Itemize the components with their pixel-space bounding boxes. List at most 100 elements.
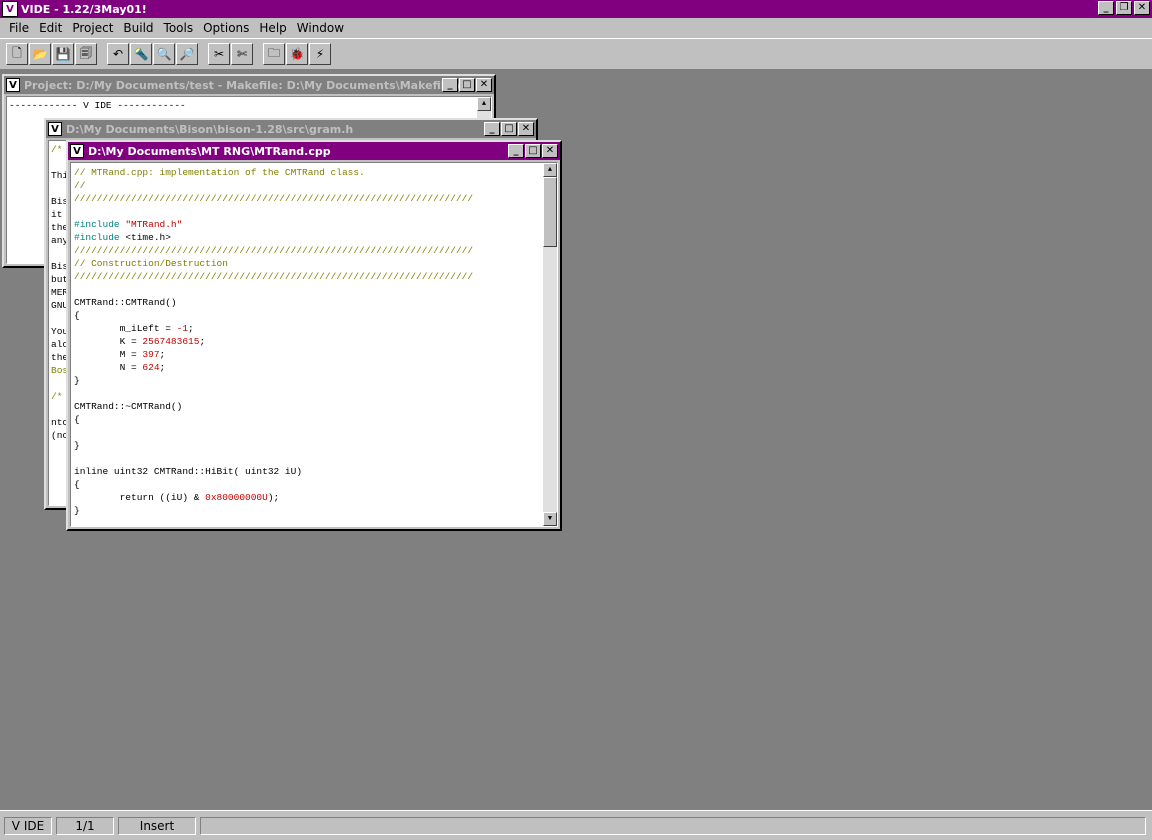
- code-line: return ((iU) & 0x80000000U);: [74, 491, 540, 504]
- window-v-icon: V: [70, 144, 84, 158]
- undo-icon: ↶: [112, 47, 124, 61]
- compile-button[interactable]: 🗀: [263, 43, 285, 65]
- maximize-button[interactable]: □: [525, 144, 541, 158]
- code-line: }: [74, 374, 540, 387]
- code-line: ////////////////////////////////////////…: [74, 244, 540, 257]
- menu-tools[interactable]: Tools: [159, 21, 199, 35]
- scroll-down-arrow-icon[interactable]: ▼: [543, 512, 557, 526]
- code-token: );: [267, 492, 280, 503]
- maximize-button[interactable]: □: [459, 78, 475, 92]
- code-token: ;: [199, 336, 206, 347]
- code-token: -1: [176, 323, 189, 334]
- code-line: {: [74, 413, 540, 426]
- code-line: ////////////////////////////////////////…: [74, 270, 540, 283]
- menu-build[interactable]: Build: [118, 21, 158, 35]
- code-token: CMTRand::~CMTRand(): [74, 401, 183, 412]
- code-line: M = 397;: [74, 348, 540, 361]
- minimize-app-button[interactable]: _: [1098, 1, 1114, 15]
- code-line: // Construction/Destruction: [74, 257, 540, 270]
- menu-options[interactable]: Options: [198, 21, 254, 35]
- minimize-button[interactable]: _: [508, 144, 524, 158]
- code-token: #include: [74, 232, 126, 243]
- app-title: VIDE - 1.22/3May01!: [21, 2, 147, 16]
- app-title-bar: V VIDE - 1.22/3May01! _ ❐ ✕: [0, 0, 1152, 18]
- debug-button[interactable]: 🐞: [286, 43, 308, 65]
- code-token: ////////////////////////////////////////…: [74, 193, 474, 204]
- code-token: }: [74, 505, 80, 516]
- scroll-up-arrow-icon[interactable]: ▲: [543, 163, 557, 177]
- project-window-titlebar[interactable]: V Project: D:/My Documents/test - Makefi…: [4, 76, 494, 94]
- code-token: K =: [74, 336, 143, 347]
- menu-file[interactable]: File: [4, 21, 34, 35]
- restore-app-button[interactable]: ❐: [1116, 1, 1132, 15]
- code-editor[interactable]: // MTRand.cpp: implementation of the CMT…: [70, 162, 558, 527]
- mtrand-window[interactable]: V D:\My Documents\MT RNG\MTRand.cpp _ □ …: [66, 140, 562, 531]
- gram-window-title: D:\My Documents\Bison\bison-1.28\src\gra…: [66, 122, 354, 136]
- scroll-up-arrow-icon[interactable]: ▲: [477, 97, 491, 111]
- code-line: }: [74, 439, 540, 452]
- code-token: // MTRand.cpp: implementation of the CMT…: [74, 167, 365, 178]
- code-token: {: [74, 310, 80, 321]
- find-button[interactable]: 🔦: [130, 43, 152, 65]
- code-line: #include "MTRand.h": [74, 218, 540, 231]
- replace-icon: 🔎: [179, 47, 195, 61]
- find-icon: 🔦: [133, 47, 149, 61]
- code-token: <time.h>: [125, 232, 171, 243]
- save-file-button[interactable]: 💾: [52, 43, 74, 65]
- maximize-button[interactable]: □: [501, 122, 517, 136]
- menu-bar: File Edit Project Build Tools Options He…: [0, 18, 1152, 38]
- scroll-thumb[interactable]: [543, 177, 557, 247]
- code-line: inline uint32 CMTRand::HiBit( uint32 iU): [74, 465, 540, 478]
- code-line: #include <time.h>: [74, 231, 540, 244]
- code-line: {: [74, 478, 540, 491]
- new-file-button[interactable]: 🗋: [6, 43, 28, 65]
- save-all-icon: 🗐: [80, 45, 92, 60]
- code-token: M =: [74, 349, 143, 360]
- code-line: CMTRand::CMTRand(): [74, 296, 540, 309]
- save-all-button[interactable]: 🗐: [75, 43, 97, 65]
- code-line: m_iLeft = -1;: [74, 322, 540, 335]
- close-button[interactable]: ✕: [476, 78, 492, 92]
- close-app-button[interactable]: ✕: [1134, 1, 1150, 15]
- code-token: {: [74, 479, 80, 490]
- run-icon: ⚡: [315, 47, 325, 61]
- tool-b-button[interactable]: ✄: [231, 43, 253, 65]
- close-button[interactable]: ✕: [518, 122, 534, 136]
- close-button[interactable]: ✕: [542, 144, 558, 158]
- menu-help[interactable]: Help: [254, 21, 291, 35]
- code-token: CMTRand::CMTRand(): [74, 297, 177, 308]
- minimize-button[interactable]: _: [442, 78, 458, 92]
- mtrand-window-titlebar[interactable]: V D:\My Documents\MT RNG\MTRand.cpp _ □ …: [68, 142, 560, 160]
- code-token: ////////////////////////////////////////…: [74, 245, 474, 256]
- code-line: // MTRand.cpp: implementation of the CMT…: [74, 166, 540, 179]
- code-token: //: [74, 180, 86, 191]
- code-token: // Construction/Destruction: [74, 258, 228, 269]
- code-token: 0x80000000U: [205, 492, 268, 503]
- tool-a-icon: ✂: [213, 47, 225, 61]
- run-button[interactable]: ⚡: [309, 43, 331, 65]
- project-window-title: Project: D:/My Documents/test - Makefile…: [24, 78, 464, 92]
- menu-project[interactable]: Project: [67, 21, 118, 35]
- gram-window-titlebar[interactable]: V D:\My Documents\Bison\bison-1.28\src\g…: [46, 120, 536, 138]
- save-file-icon: 💾: [55, 47, 71, 61]
- undo-button[interactable]: ↶: [107, 43, 129, 65]
- editor-scrollbar[interactable]: ▲ ▼: [543, 163, 557, 526]
- menu-window[interactable]: Window: [292, 21, 349, 35]
- window-v-icon: V: [48, 122, 62, 136]
- code-line: {: [74, 309, 540, 322]
- open-file-button[interactable]: 📂: [29, 43, 51, 65]
- code-token: 624: [142, 362, 160, 373]
- vide-logo-icon: V: [2, 1, 18, 17]
- menu-edit[interactable]: Edit: [34, 21, 67, 35]
- minimize-button[interactable]: _: [484, 122, 500, 136]
- code-line: CMTRand::~CMTRand(): [74, 400, 540, 413]
- code-token: }: [74, 440, 80, 451]
- replace-button[interactable]: 🔎: [176, 43, 198, 65]
- find-next-button[interactable]: 🔍: [153, 43, 175, 65]
- compile-icon: 🗀: [267, 45, 280, 60]
- tool-a-button[interactable]: ✂: [208, 43, 230, 65]
- code-line: }: [74, 504, 540, 517]
